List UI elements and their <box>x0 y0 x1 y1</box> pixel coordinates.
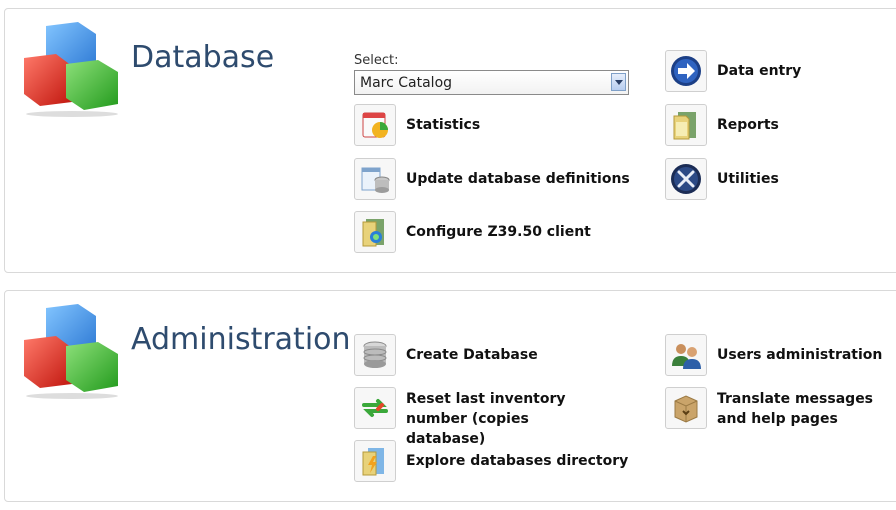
select-label: Select: <box>354 53 399 68</box>
create-database-icon <box>354 334 396 376</box>
configure-z3950-label: Configure Z39.50 client <box>406 224 591 240</box>
users-icon <box>665 334 707 376</box>
reset-refresh-icon <box>354 387 396 429</box>
reports-label: Reports <box>717 117 779 133</box>
data-entry-arrow-icon <box>665 50 707 92</box>
utilities-label: Utilities <box>717 171 779 187</box>
update-definitions-button[interactable]: Update database definitions <box>354 158 630 200</box>
database-cubes-logo <box>24 22 118 117</box>
administration-cubes-logo <box>24 304 118 399</box>
z3950-client-icon <box>354 211 396 253</box>
translate-messages-label: Translate messages and help pages <box>717 391 874 427</box>
database-select-value: Marc Catalog <box>360 75 453 91</box>
reports-button[interactable]: Reports <box>665 104 779 146</box>
explore-directory-label: Explore databases directory <box>406 453 629 469</box>
explore-folder-icon <box>354 440 396 482</box>
configure-z3950-button[interactable]: Configure Z39.50 client <box>354 211 591 253</box>
explore-directory-button[interactable]: Explore databases directory <box>354 440 628 482</box>
create-database-label: Create Database <box>406 347 538 363</box>
database-title: Database <box>131 40 275 75</box>
create-database-button[interactable]: Create Database <box>354 334 538 376</box>
statistics-button[interactable]: Statistics <box>354 104 480 146</box>
data-entry-label: Data entry <box>717 63 802 79</box>
utilities-button[interactable]: Utilities <box>665 158 779 200</box>
chevron-down-icon[interactable] <box>611 73 626 91</box>
translate-messages-button[interactable]: Translate messages and help pages <box>665 387 896 429</box>
statistics-chart-icon <box>354 104 396 146</box>
utilities-tools-icon <box>665 158 707 200</box>
translate-box-icon <box>665 387 707 429</box>
administration-title: Administration <box>131 322 351 357</box>
update-definitions-icon <box>354 158 396 200</box>
data-entry-button[interactable]: Data entry <box>665 50 801 92</box>
update-definitions-label: Update database definitions <box>406 171 630 187</box>
users-administration-button[interactable]: Users administration <box>665 334 882 376</box>
database-select[interactable]: Marc Catalog <box>354 70 629 95</box>
statistics-label: Statistics <box>406 117 481 133</box>
users-administration-label: Users administration <box>717 347 883 363</box>
reports-folder-icon <box>665 104 707 146</box>
